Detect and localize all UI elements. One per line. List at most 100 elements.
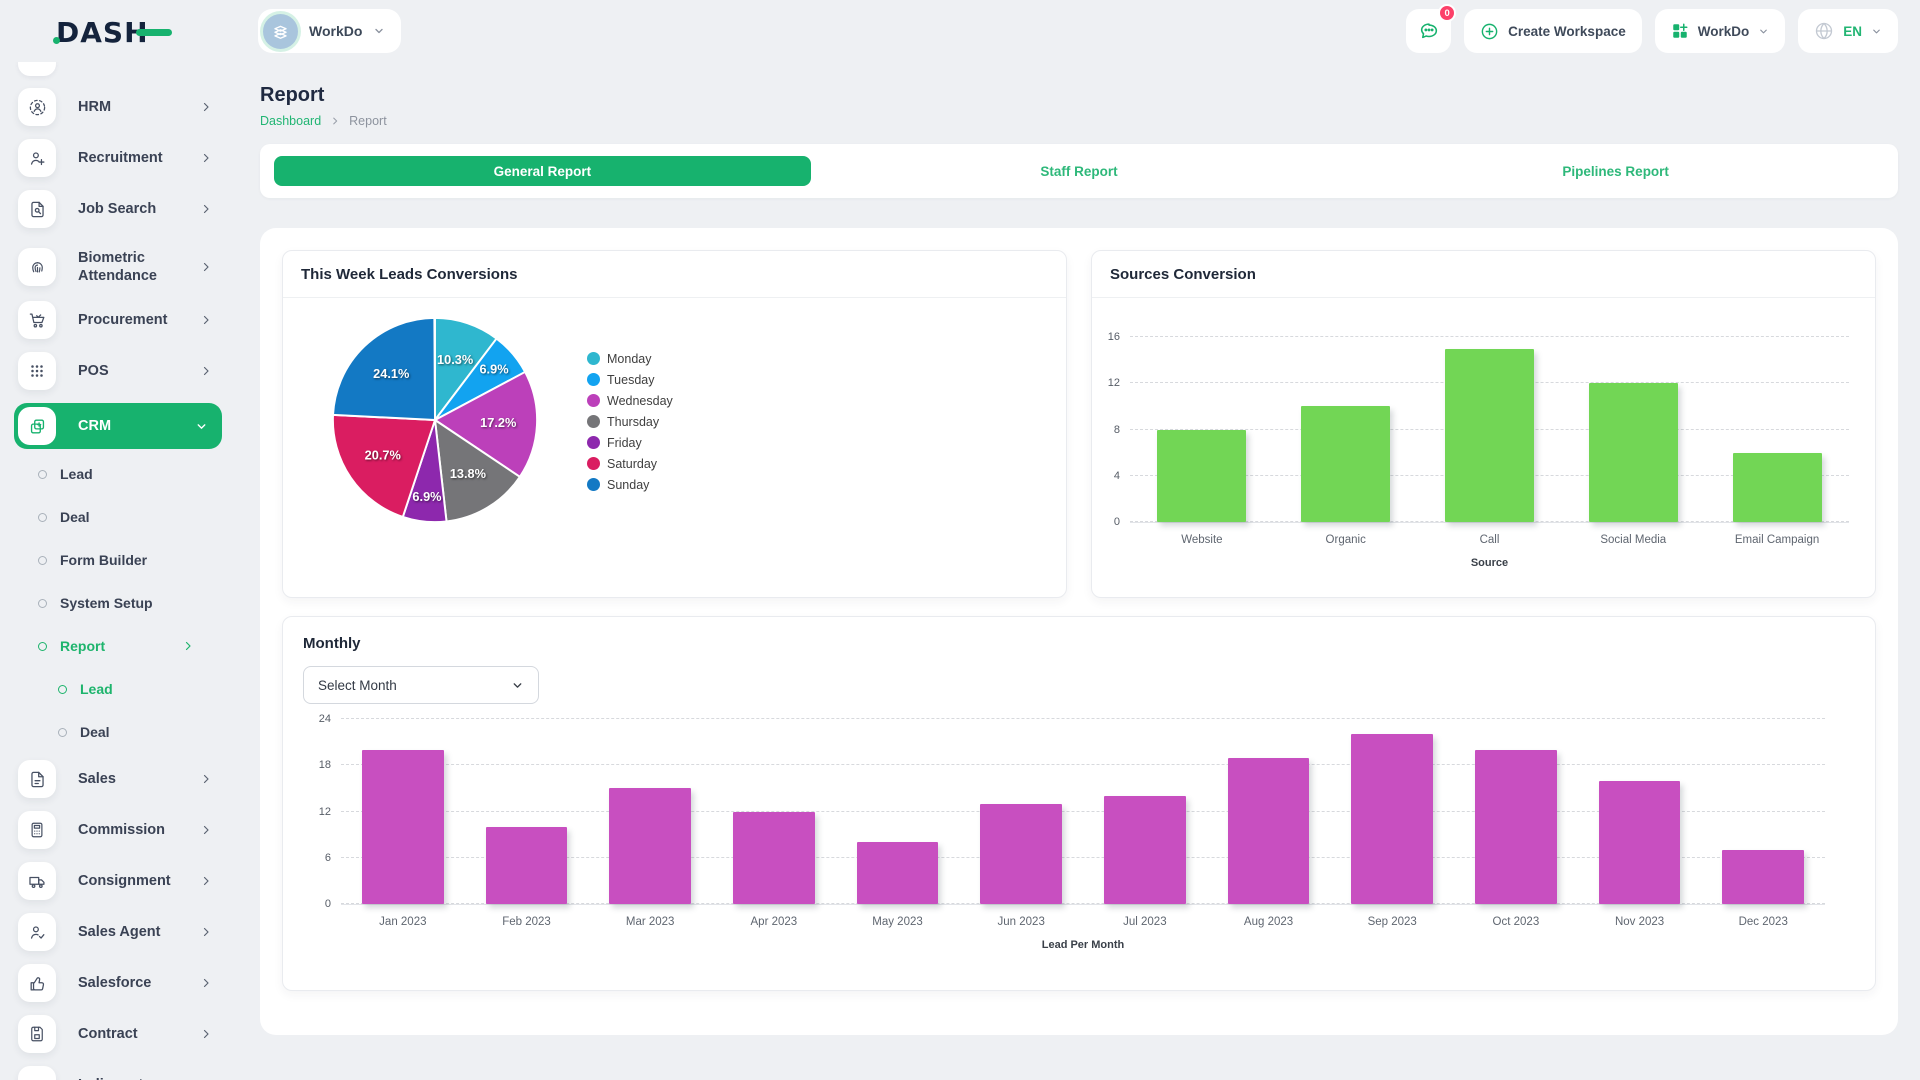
sidebar-item-indiamart[interactable]: Indiamart	[14, 1066, 218, 1080]
create-workspace-button[interactable]: Create Workspace	[1464, 9, 1642, 53]
legend-dot	[587, 478, 600, 491]
legend-item-tuesday[interactable]: Tuesday	[587, 369, 673, 390]
sidebar-item-sales-agent[interactable]: Sales Agent	[14, 913, 218, 951]
bar-apr-2023[interactable]	[733, 812, 815, 905]
legend-label: Friday	[607, 436, 642, 450]
bar-feb-2023[interactable]	[486, 827, 568, 904]
bar-website[interactable]	[1157, 430, 1246, 523]
x-axis-label: Sep 2023	[1330, 916, 1454, 928]
y-axis-tick: 6	[325, 852, 331, 864]
sidebar-item-contract[interactable]: Contract	[14, 1015, 218, 1053]
bar-social-media[interactable]	[1589, 383, 1678, 522]
sidebar-subitem-deal[interactable]: Deal	[38, 502, 218, 532]
legend-item-sunday[interactable]: Sunday	[587, 474, 673, 495]
bar-slot	[1330, 719, 1454, 904]
sidebar-subitem-report[interactable]: Report	[38, 631, 218, 661]
sidebar-subitem-form-builder[interactable]: Form Builder	[38, 545, 218, 575]
create-workspace-label: Create Workspace	[1508, 24, 1626, 39]
page-title: Report	[260, 84, 1898, 107]
document-icon	[18, 760, 56, 798]
x-axis-label: Call	[1418, 534, 1562, 546]
sidebar-subitem-lead[interactable]: Lead	[38, 459, 218, 489]
app-logo[interactable]: DASH	[56, 16, 152, 49]
card-title: Monthly	[303, 635, 361, 652]
sidebar-subitem-report-lead[interactable]: Lead	[58, 674, 218, 704]
sidebar-subitem-report-deal[interactable]: Deal	[58, 717, 218, 747]
sidebar-item-commission[interactable]: Commission	[14, 811, 218, 849]
chevron-right-icon	[330, 116, 340, 126]
monthly-bar-chart: 06121824Jan 2023Feb 2023Mar 2023Apr 2023…	[303, 719, 1855, 951]
breadcrumb-current: Report	[349, 114, 387, 128]
plot-area: 0481216	[1130, 337, 1849, 523]
y-axis-tick: 8	[1114, 424, 1120, 436]
y-axis-tick: 12	[319, 806, 331, 818]
bar-slot	[1418, 337, 1562, 522]
bar-organic[interactable]	[1301, 406, 1390, 522]
workspace-switcher-button[interactable]: WorkDo	[1655, 9, 1786, 53]
chevron-right-icon	[200, 314, 212, 326]
sidebar-item-pos[interactable]: POS	[14, 352, 218, 390]
bar-slot	[1207, 719, 1331, 904]
bar-slot	[1701, 719, 1825, 904]
tab-pipelines-report[interactable]: Pipelines Report	[1347, 156, 1884, 186]
legend-dot	[587, 394, 600, 407]
bar-slot	[1083, 719, 1207, 904]
bar-mar-2023[interactable]	[609, 788, 691, 904]
bar-slot	[1705, 337, 1849, 522]
bar-jul-2023[interactable]	[1104, 796, 1186, 904]
legend-dot	[587, 436, 600, 449]
sidebar-item-biometric-attendance[interactable]: Biometric Attendance	[14, 241, 218, 293]
month-select[interactable]: Select Month	[303, 666, 539, 704]
bar-dec-2023[interactable]	[1722, 850, 1804, 904]
plot-area: 06121824	[341, 719, 1825, 905]
language-selector[interactable]: EN	[1798, 9, 1898, 53]
sidebar-item-hrm[interactable]: HRM	[14, 88, 218, 126]
legend-item-thursday[interactable]: Thursday	[587, 411, 673, 432]
messages-button[interactable]: 0	[1406, 9, 1451, 53]
calculator-icon	[18, 811, 56, 849]
workspace-selector[interactable]: WorkDo	[258, 9, 401, 53]
sidebar-item-recruitment[interactable]: Recruitment	[14, 139, 218, 177]
breadcrumb-dashboard-link[interactable]: Dashboard	[260, 114, 321, 128]
legend-item-monday[interactable]: Monday	[587, 348, 673, 369]
leads-pie-chart[interactable]: 10.3%6.9%17.2%13.8%6.9%20.7%24.1%	[327, 312, 543, 528]
tab-general-report[interactable]: General Report	[274, 156, 811, 186]
bar-nov-2023[interactable]	[1599, 781, 1681, 904]
bar-oct-2023[interactable]	[1475, 750, 1557, 904]
sidebar-item-sales[interactable]: Sales	[14, 760, 218, 798]
bar-slot	[1274, 337, 1418, 522]
bar-may-2023[interactable]	[857, 842, 939, 904]
card-title: This Week Leads Conversions	[301, 266, 517, 283]
chevron-right-icon	[200, 261, 212, 273]
bullet-icon	[58, 728, 67, 737]
legend-item-friday[interactable]: Friday	[587, 432, 673, 453]
bar-slot	[1130, 337, 1274, 522]
legend-label: Monday	[607, 352, 651, 366]
bar-jan-2023[interactable]	[362, 750, 444, 904]
x-axis-label: Apr 2023	[712, 916, 836, 928]
sidebar-item-salesforce[interactable]: Salesforce	[14, 964, 218, 1002]
bar-call[interactable]	[1445, 349, 1534, 522]
pie-label-wednesday: 17.2%	[480, 415, 516, 430]
x-axis-label: Mar 2023	[588, 916, 712, 928]
sidebar-item-job-search[interactable]: Job Search	[14, 190, 218, 228]
bar-aug-2023[interactable]	[1228, 758, 1310, 904]
sidebar-subitem-system-setup[interactable]: System Setup	[38, 588, 218, 618]
bar-jun-2023[interactable]	[980, 804, 1062, 904]
tab-staff-report[interactable]: Staff Report	[811, 156, 1348, 186]
legend-label: Sunday	[607, 478, 649, 492]
x-axis-label: Oct 2023	[1454, 916, 1578, 928]
bar-email-campaign[interactable]	[1733, 453, 1822, 522]
x-axis-label: Dec 2023	[1701, 916, 1825, 928]
x-axis-label: Jul 2023	[1083, 916, 1207, 928]
legend-item-wednesday[interactable]: Wednesday	[587, 390, 673, 411]
bar-sep-2023[interactable]	[1351, 734, 1433, 904]
bar-slot	[1561, 337, 1705, 522]
chevron-right-icon	[200, 926, 212, 938]
logo-accent-dash	[136, 29, 172, 36]
sidebar-item-procurement[interactable]: Procurement	[14, 301, 218, 339]
x-axis-label: Website	[1130, 534, 1274, 546]
sidebar-item-consignment[interactable]: Consignment	[14, 862, 218, 900]
sidebar-item-crm[interactable]: CRM	[14, 403, 222, 449]
legend-item-saturday[interactable]: Saturday	[587, 453, 673, 474]
